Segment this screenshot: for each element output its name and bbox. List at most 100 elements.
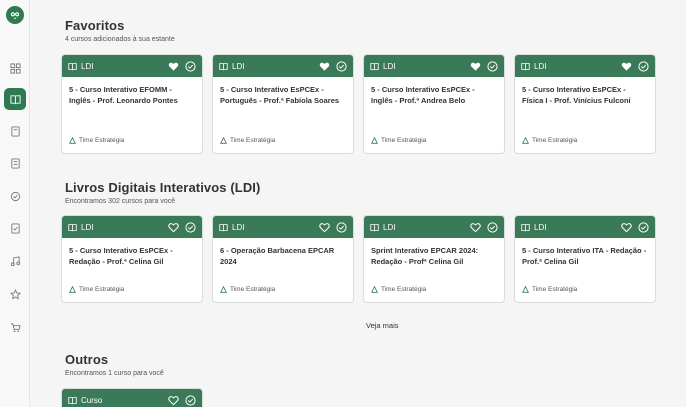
card-title: 5 - Curso Interativo EFOMM - Inglês - Pr… bbox=[69, 85, 178, 105]
card-header: LDI bbox=[213, 55, 353, 77]
ldi-cards: LDI 5 - Curso Interativo EsPCEx - Redaçã… bbox=[61, 215, 656, 303]
owl-icon bbox=[522, 286, 529, 293]
card-tag: LDI bbox=[81, 222, 94, 232]
book-icon bbox=[68, 223, 77, 231]
check-circle-icon[interactable] bbox=[4, 185, 26, 207]
star-icon[interactable] bbox=[4, 283, 26, 305]
card-tag: LDI bbox=[81, 61, 94, 71]
ldi-subtitle: Encontramos 302 cursos para você bbox=[65, 198, 176, 205]
course-card[interactable]: LDI 6 - Operação Barbacena EPCAR 2024 Ti… bbox=[212, 215, 354, 303]
course-card[interactable]: LDI 5 - Curso Interativo EsPCEx - Redaçã… bbox=[61, 215, 203, 303]
course-card[interactable]: LDI 5 - Curso Interativo EFOMM - Inglês … bbox=[61, 54, 203, 154]
check-circle-icon[interactable] bbox=[638, 221, 649, 233]
card-body: 5 - Curso Interativo EsPCEx - Português … bbox=[213, 77, 353, 153]
music-icon[interactable] bbox=[4, 250, 26, 272]
card-body: Sprint Interativo EPCAR 2024: Redação - … bbox=[364, 238, 504, 302]
see-more-link[interactable]: Veja mais bbox=[366, 321, 399, 330]
heart-outline-icon[interactable] bbox=[319, 222, 330, 233]
favorites-cards: LDI 5 - Curso Interativo EFOMM - Inglês … bbox=[61, 54, 656, 154]
ldi-title: Livros Digitais Interativos (LDI) bbox=[65, 180, 261, 195]
course-card[interactable]: Curso bbox=[61, 388, 203, 407]
owl-logo-icon[interactable] bbox=[6, 6, 24, 24]
check-circle-icon[interactable] bbox=[336, 60, 347, 72]
book-icon bbox=[68, 396, 77, 404]
card-author: Time Estratégia bbox=[220, 286, 275, 293]
check-circle-icon[interactable] bbox=[336, 221, 347, 233]
owl-icon bbox=[371, 286, 378, 293]
card-title: 5 - Curso Interativo EsPCEx - Física I -… bbox=[522, 85, 631, 105]
card-author: Time Estratégia bbox=[69, 137, 124, 144]
card-title: 5 - Curso Interativo EsPCEx - Redação - … bbox=[69, 246, 173, 266]
card-author: Time Estratégia bbox=[220, 137, 275, 144]
card-author: Time Estratégia bbox=[69, 286, 124, 293]
book-icon bbox=[370, 62, 379, 70]
course-card[interactable]: LDI 5 - Curso Interativo EsPCEx - Portug… bbox=[212, 54, 354, 154]
course-card[interactable]: LDI 5 - Curso Interativo EsPCEx - Inglês… bbox=[363, 54, 505, 154]
cart-icon[interactable] bbox=[4, 316, 26, 338]
card-body: 5 - Curso Interativo EsPCEx - Redação - … bbox=[62, 238, 202, 302]
course-card[interactable]: LDI 5 - Curso Interativo ITA - Redação -… bbox=[514, 215, 656, 303]
favorites-section: Favoritos 4 cursos adicionados à sua est… bbox=[65, 18, 175, 43]
notebook-icon[interactable] bbox=[4, 120, 26, 142]
dashboard-icon[interactable] bbox=[4, 57, 26, 79]
course-card[interactable]: LDI Sprint Interativo EPCAR 2024: Redaçã… bbox=[363, 215, 505, 303]
card-header: LDI bbox=[364, 216, 504, 238]
check-circle-icon[interactable] bbox=[487, 60, 498, 72]
card-author: Time Estratégia bbox=[522, 137, 577, 144]
heart-filled-icon[interactable] bbox=[470, 61, 481, 72]
card-author-name: Time Estratégia bbox=[381, 286, 427, 293]
card-author-name: Time Estratégia bbox=[532, 137, 578, 144]
card-header: Curso bbox=[62, 389, 202, 407]
book-icon bbox=[521, 62, 530, 70]
owl-icon bbox=[220, 137, 227, 144]
card-body: 5 - Curso Interativo EsPCEx - Inglês - P… bbox=[364, 77, 504, 153]
card-author-name: Time Estratégia bbox=[230, 137, 276, 144]
card-tag: LDI bbox=[534, 61, 547, 71]
card-header: LDI bbox=[62, 55, 202, 77]
card-header: LDI bbox=[62, 216, 202, 238]
book-icon bbox=[219, 223, 228, 231]
document-icon[interactable] bbox=[4, 152, 26, 174]
card-author: Time Estratégia bbox=[522, 286, 577, 293]
check-circle-icon[interactable] bbox=[185, 60, 196, 72]
card-title: 6 - Operação Barbacena EPCAR 2024 bbox=[220, 246, 335, 266]
card-author: Time Estratégia bbox=[371, 286, 426, 293]
heart-filled-icon[interactable] bbox=[319, 61, 330, 72]
favorites-subtitle: 4 cursos adicionados à sua estante bbox=[65, 36, 175, 43]
card-author-name: Time Estratégia bbox=[79, 286, 125, 293]
book-icon[interactable] bbox=[4, 88, 26, 110]
card-tag: LDI bbox=[232, 222, 245, 232]
card-header: LDI bbox=[515, 216, 655, 238]
check-circle-icon[interactable] bbox=[487, 221, 498, 233]
owl-icon bbox=[522, 137, 529, 144]
heart-outline-icon[interactable] bbox=[470, 222, 481, 233]
check-circle-icon[interactable] bbox=[638, 60, 649, 72]
check-circle-icon[interactable] bbox=[185, 221, 196, 233]
heart-outline-icon[interactable] bbox=[168, 222, 179, 233]
card-title: 5 - Curso Interativo EsPCEx - Português … bbox=[220, 85, 340, 105]
card-tag: LDI bbox=[383, 222, 396, 232]
favorites-title: Favoritos bbox=[65, 18, 125, 33]
owl-icon bbox=[220, 286, 227, 293]
heart-filled-icon[interactable] bbox=[621, 61, 632, 72]
card-title: 5 - Curso Interativo EsPCEx - Inglês - P… bbox=[371, 85, 475, 105]
heart-outline-icon[interactable] bbox=[168, 395, 179, 406]
others-title: Outros bbox=[65, 352, 109, 367]
card-body: 5 - Curso Interativo ITA - Redação - Pro… bbox=[515, 238, 655, 302]
heart-outline-icon[interactable] bbox=[621, 222, 632, 233]
owl-icon bbox=[371, 137, 378, 144]
heart-filled-icon[interactable] bbox=[168, 61, 179, 72]
book-icon bbox=[68, 62, 77, 70]
check-circle-icon[interactable] bbox=[185, 394, 196, 406]
card-body: 5 - Curso Interativo EsPCEx - Física I -… bbox=[515, 77, 655, 153]
card-tag: LDI bbox=[232, 61, 245, 71]
checklist-icon[interactable] bbox=[4, 217, 26, 239]
owl-icon bbox=[69, 286, 76, 293]
others-cards: Curso bbox=[61, 388, 203, 407]
others-section: Outros Encontramos 1 curso para você bbox=[65, 352, 164, 377]
course-card[interactable]: LDI 5 - Curso Interativo EsPCEx - Física… bbox=[514, 54, 656, 154]
card-author: Time Estratégia bbox=[371, 137, 426, 144]
others-subtitle: Encontramos 1 curso para você bbox=[65, 370, 164, 377]
sidebar bbox=[0, 0, 30, 407]
card-header: LDI bbox=[364, 55, 504, 77]
